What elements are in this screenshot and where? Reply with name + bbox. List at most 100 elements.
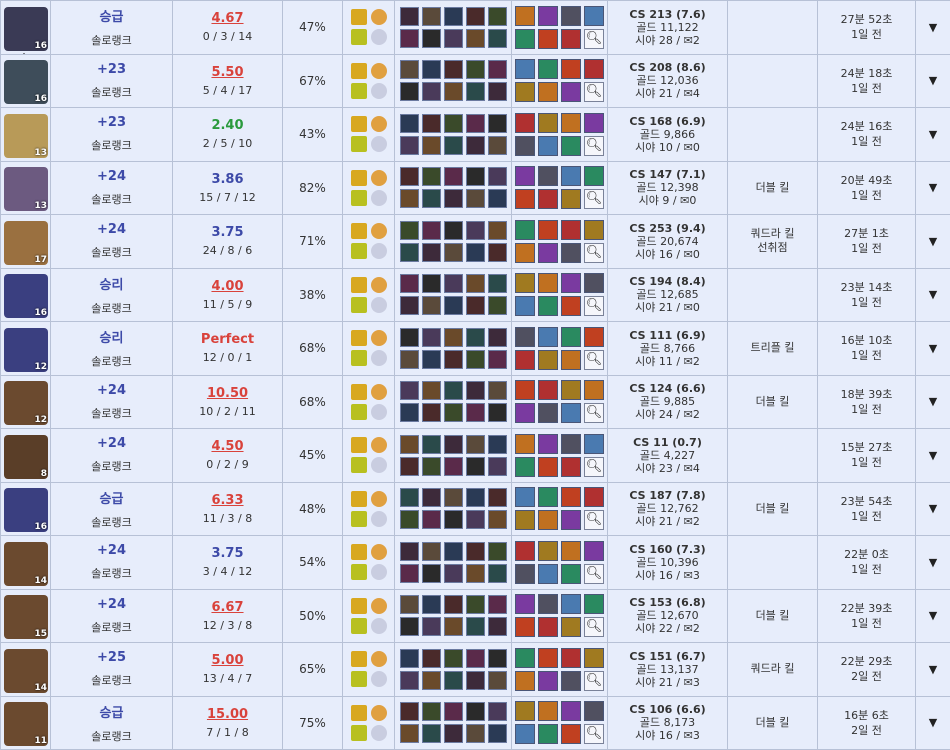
player-icon[interactable]: [465, 135, 485, 155]
rune-icon[interactable]: [370, 437, 387, 454]
spell-icon[interactable]: [350, 704, 367, 721]
player-icon[interactable]: [487, 6, 507, 26]
player-icon[interactable]: [465, 541, 485, 561]
player-icon[interactable]: [443, 82, 463, 102]
player-icon[interactable]: [421, 28, 441, 48]
item-icon[interactable]: [561, 59, 581, 80]
rune-icon[interactable]: [370, 651, 387, 668]
player-icon[interactable]: [399, 403, 419, 423]
player-icon[interactable]: [399, 563, 419, 583]
item-icon[interactable]: [584, 433, 604, 454]
item-icon[interactable]: [538, 647, 558, 668]
item-icon[interactable]: [561, 403, 581, 424]
rune-icon[interactable]: [370, 223, 387, 240]
player-icon[interactable]: [399, 456, 419, 476]
player-icon[interactable]: [487, 648, 507, 668]
player-icon[interactable]: [399, 510, 419, 530]
spell-icon[interactable]: [350, 82, 367, 99]
player-icon[interactable]: [487, 488, 507, 508]
player-icon[interactable]: [421, 702, 441, 722]
player-icon[interactable]: [465, 456, 485, 476]
player-icon[interactable]: [443, 541, 463, 561]
player-icon[interactable]: [421, 220, 441, 240]
item-icon[interactable]: [515, 487, 535, 508]
item-icon[interactable]: [561, 112, 581, 133]
item-icon[interactable]: [515, 380, 535, 401]
player-icon[interactable]: [421, 563, 441, 583]
player-icon[interactable]: [465, 510, 485, 530]
spell-icon[interactable]: [350, 169, 367, 186]
item-icon[interactable]: [561, 563, 581, 584]
player-icon[interactable]: [465, 349, 485, 369]
spell-icon[interactable]: [350, 136, 367, 153]
spell-icon[interactable]: [350, 189, 367, 206]
player-icon[interactable]: [487, 349, 507, 369]
champion-portrait[interactable]: 17: [4, 220, 48, 265]
player-icon[interactable]: [443, 220, 463, 240]
rune-secondary-icon[interactable]: [370, 136, 387, 153]
rune-secondary-icon[interactable]: [370, 403, 387, 420]
item-icon[interactable]: [515, 219, 535, 240]
player-icon[interactable]: [399, 135, 419, 155]
item-icon[interactable]: [561, 617, 581, 638]
rune-secondary-icon[interactable]: [370, 350, 387, 367]
expand-arrow-icon[interactable]: ▼: [929, 128, 937, 141]
champion-portrait[interactable]: 15: [4, 595, 48, 640]
player-icon[interactable]: [443, 648, 463, 668]
player-icon[interactable]: [487, 60, 507, 80]
player-icon[interactable]: [487, 220, 507, 240]
player-icon[interactable]: [421, 274, 441, 294]
player-icon[interactable]: [421, 60, 441, 80]
item-icon[interactable]: [538, 5, 558, 26]
item-icon[interactable]: [538, 112, 558, 133]
item-icon[interactable]: [515, 166, 535, 187]
spell-icon[interactable]: [350, 671, 367, 688]
player-icon[interactable]: [421, 189, 441, 209]
player-icon[interactable]: [399, 541, 419, 561]
champion-portrait[interactable]: 12: [4, 381, 48, 426]
player-icon[interactable]: [487, 242, 507, 262]
player-icon[interactable]: [465, 702, 485, 722]
champion-portrait[interactable]: 13: [4, 113, 48, 158]
player-icon[interactable]: [421, 82, 441, 102]
spell-icon[interactable]: [350, 490, 367, 507]
item-icon[interactable]: [538, 189, 558, 210]
item-icon[interactable]: [584, 380, 604, 401]
player-icon[interactable]: [465, 648, 485, 668]
player-icon[interactable]: [487, 381, 507, 401]
player-icon[interactable]: [421, 327, 441, 347]
champion-portrait[interactable]: 16: [4, 6, 48, 51]
player-icon[interactable]: [443, 563, 463, 583]
player-icon[interactable]: [443, 381, 463, 401]
player-icon[interactable]: [399, 189, 419, 209]
item-icon[interactable]: [561, 670, 581, 691]
player-icon[interactable]: [465, 327, 485, 347]
item-icon[interactable]: [515, 59, 535, 80]
player-icon[interactable]: [399, 242, 419, 262]
item-icon[interactable]: [561, 456, 581, 477]
player-icon[interactable]: [443, 167, 463, 187]
champion-portrait[interactable]: 8: [4, 434, 48, 479]
item-icon[interactable]: [538, 563, 558, 584]
player-icon[interactable]: [421, 349, 441, 369]
rune-icon[interactable]: [370, 62, 387, 79]
player-icon[interactable]: [443, 113, 463, 133]
item-icon[interactable]: [515, 456, 535, 477]
player-icon[interactable]: [487, 702, 507, 722]
item-icon[interactable]: [515, 5, 535, 26]
item-icon[interactable]: [561, 273, 581, 294]
spell-icon[interactable]: [350, 597, 367, 614]
item-icon[interactable]: [515, 433, 535, 454]
item-icon[interactable]: [515, 510, 535, 531]
champion-portrait[interactable]: 11: [4, 702, 48, 747]
spell-icon[interactable]: [350, 544, 367, 561]
item-icon[interactable]: [561, 135, 581, 156]
match-row[interactable]: 12 +24 솔로랭크 10.50 10 / 2 / 11 68% 🔍︎ CS …: [0, 374, 950, 429]
rune-icon[interactable]: [370, 490, 387, 507]
item-icon[interactable]: [561, 82, 581, 103]
item-icon[interactable]: [561, 594, 581, 615]
item-icon[interactable]: [538, 380, 558, 401]
player-icon[interactable]: [399, 327, 419, 347]
player-icon[interactable]: [421, 113, 441, 133]
player-icon[interactable]: [465, 220, 485, 240]
